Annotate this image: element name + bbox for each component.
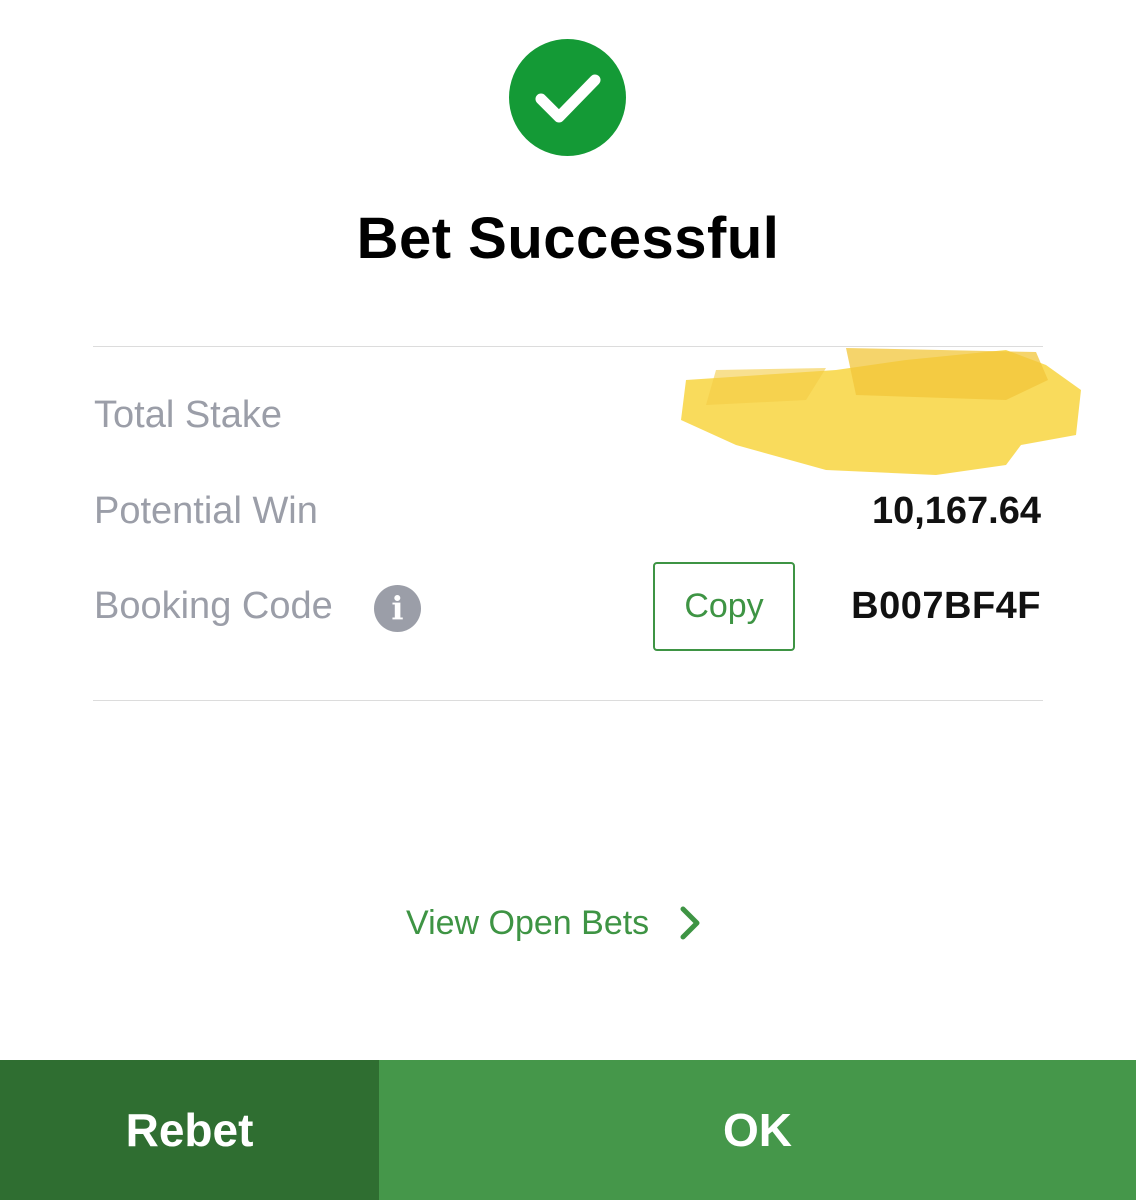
potential-win-value: 10,167.64 (871, 490, 1041, 532)
divider-bottom (93, 700, 1043, 701)
booking-code-value: B007BF4F (851, 585, 1041, 627)
view-open-bets-label: View Open Bets (406, 903, 650, 942)
potential-win-label: Potential Win (94, 490, 318, 532)
page-title: Bet Successful (356, 206, 780, 271)
view-open-bets-link[interactable]: View Open Bets (406, 898, 703, 948)
ok-button[interactable]: OK (379, 1060, 1136, 1200)
booking-code-label: Booking Code (94, 585, 333, 627)
chevron-right-icon (680, 906, 700, 940)
info-icon[interactable]: i (374, 585, 421, 632)
bet-success-screen: Bet Successful Total Stake Potential Win… (0, 0, 1136, 1200)
total-stake-label: Total Stake (94, 394, 282, 436)
check-circle-icon (509, 39, 626, 156)
copy-button[interactable]: Copy (653, 562, 795, 651)
action-bar: Rebet OK (0, 1060, 1136, 1200)
redaction-scribble (676, 340, 1086, 480)
rebet-button[interactable]: Rebet (0, 1060, 379, 1200)
